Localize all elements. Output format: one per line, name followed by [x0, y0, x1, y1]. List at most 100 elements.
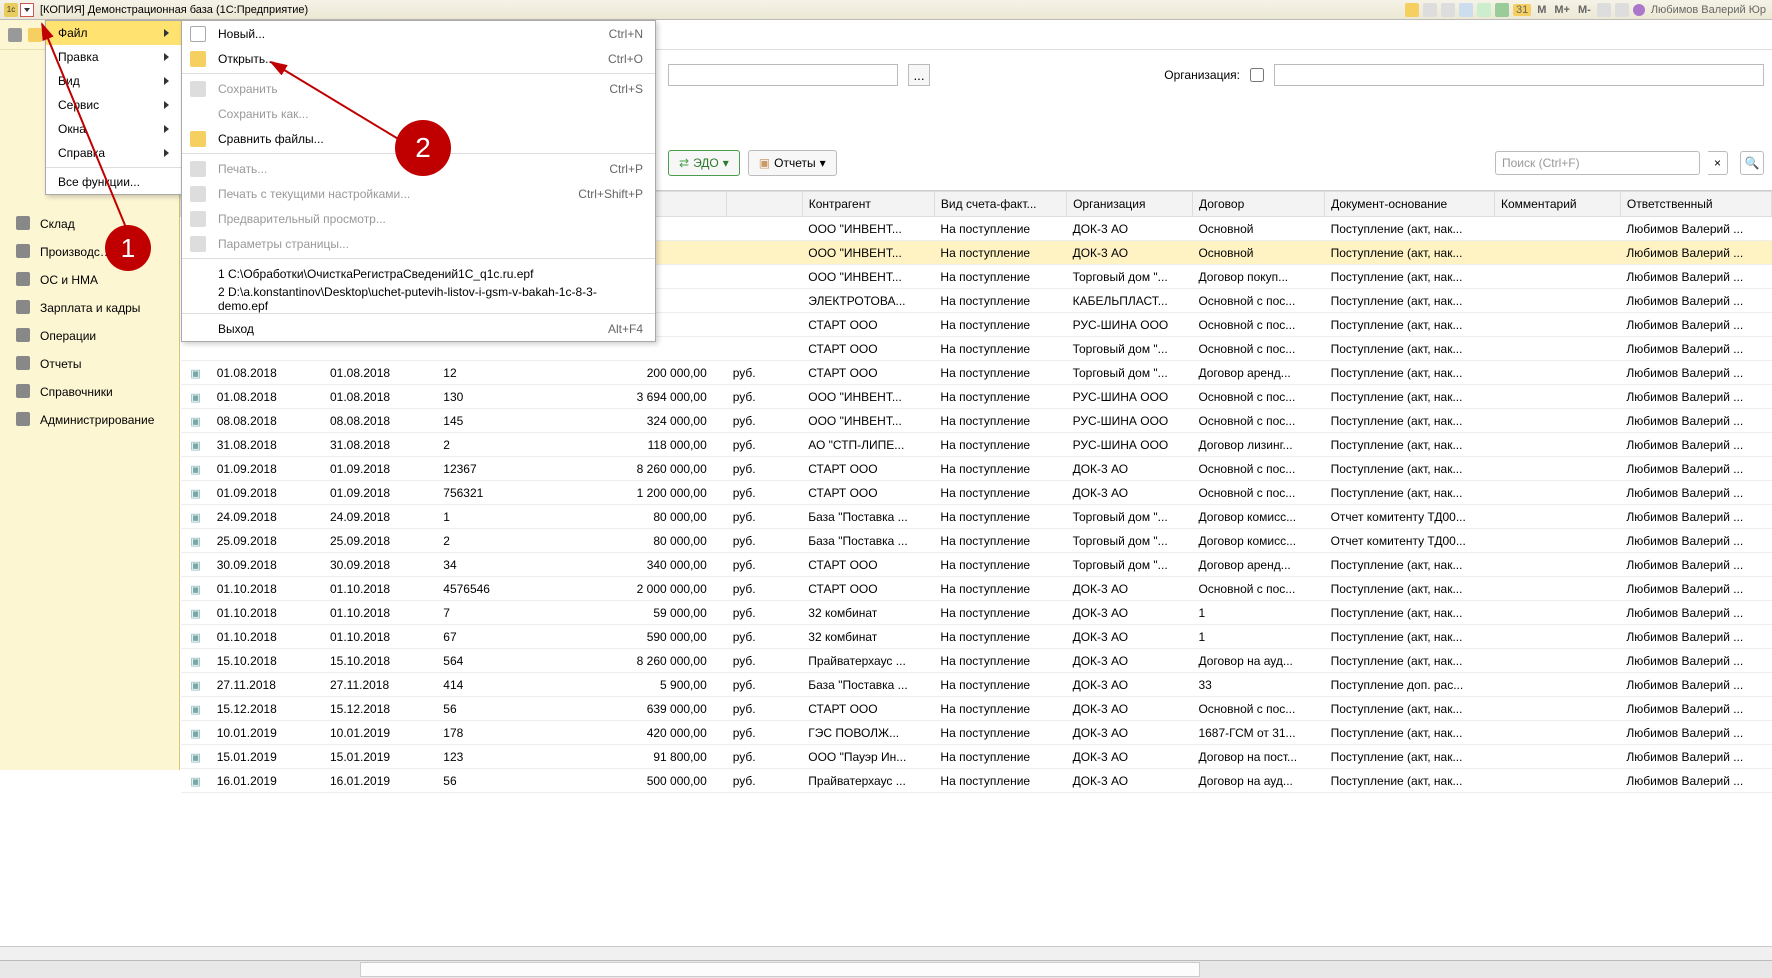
sidebar-item-otchety[interactable]: Отчеты [0, 350, 179, 378]
table-cell: ▣ [181, 433, 211, 457]
zoom-icon[interactable] [1597, 3, 1611, 17]
table-cell: 1 [1192, 625, 1324, 649]
sidebar-item-osinma[interactable]: ОС и НМА [0, 266, 179, 294]
table-cell: 15.10.2018 [324, 649, 437, 673]
edo-button[interactable]: ⇄ЭДО▾ [668, 150, 740, 176]
export-icon[interactable] [1477, 3, 1491, 17]
table-row[interactable]: ▣01.08.201801.08.201812200 000,00руб.СТА… [181, 361, 1772, 385]
main-menu: Файл Правка Вид Сервис Окна Справка Все … [45, 20, 182, 195]
print-icon[interactable] [1423, 3, 1437, 17]
submenu-recent1[interactable]: 1 C:\Обработки\ОчисткаРегистраСведений1C… [182, 261, 655, 286]
table-row[interactable]: ▣24.09.201824.09.2018180 000,00руб.База … [181, 505, 1772, 529]
sidebar-item-spravochniki[interactable]: Справочники [0, 378, 179, 406]
submenu-open[interactable]: Открыть...Ctrl+O [182, 46, 655, 71]
table-cell: ООО "Пауэр Ин... [802, 745, 934, 769]
calc-icon[interactable] [1459, 3, 1473, 17]
table-cell: Основной с пос... [1192, 313, 1324, 337]
table-row[interactable]: ▣08.08.201808.08.2018145324 000,00руб.ОО… [181, 409, 1772, 433]
table-row[interactable]: ▣01.09.201801.09.2018123678 260 000,00ру… [181, 457, 1772, 481]
table-cell: ДОК-3 АО [1067, 697, 1193, 721]
table-cell: КАБЕЛЬПЛАСТ... [1067, 289, 1193, 313]
menu-view[interactable]: Вид [46, 69, 181, 93]
table-cell: руб. [727, 625, 803, 649]
col-cur[interactable] [727, 192, 803, 217]
table-cell: руб. [727, 601, 803, 625]
memory-m-button[interactable]: M [1535, 4, 1548, 16]
menu-file[interactable]: Файл [46, 21, 181, 45]
col-comment[interactable]: Комментарий [1495, 192, 1621, 217]
period-input[interactable] [668, 64, 898, 86]
menu-all-functions[interactable]: Все функции... [46, 170, 181, 194]
submenu-recent2[interactable]: 2 D:\a.konstantinov\Desktop\uchet-putevi… [182, 286, 655, 311]
horizontal-scrollbar[interactable] [0, 946, 1772, 960]
menu-help[interactable]: Справка [46, 141, 181, 165]
table-row[interactable]: ▣01.09.201801.09.20187563211 200 000,00р… [181, 481, 1772, 505]
sidebar-item-zarplata[interactable]: Зарплата и кадры [0, 294, 179, 322]
star-icon[interactable] [28, 28, 42, 42]
table-row[interactable]: ▣01.10.201801.10.2018759 000,00руб.32 ко… [181, 601, 1772, 625]
table-row[interactable]: ▣31.08.201831.08.20182118 000,00руб.АО "… [181, 433, 1772, 457]
memory-mminus-button[interactable]: M- [1576, 4, 1593, 16]
table-cell: 01.10.2018 [324, 601, 437, 625]
table-row[interactable]: ▣01.10.201801.10.201845765462 000 000,00… [181, 577, 1772, 601]
search-input[interactable]: Поиск (Ctrl+F) [1495, 151, 1700, 175]
col-dogovor[interactable]: Договор [1192, 192, 1324, 217]
grid-icon[interactable] [8, 28, 22, 42]
table-row[interactable]: ▣16.01.201916.01.201956500 000,00руб.Пра… [181, 769, 1772, 793]
period-picker-button[interactable]: ... [908, 64, 930, 86]
col-kontragent[interactable]: Контрагент [802, 192, 934, 217]
memory-mplus-button[interactable]: M+ [1552, 4, 1572, 16]
search-clear-button[interactable]: × [1708, 151, 1728, 175]
table-cell: ▣ [181, 361, 211, 385]
table-row[interactable]: ▣27.11.201827.11.20184145 900,00руб.База… [181, 673, 1772, 697]
table-cell [1495, 721, 1621, 745]
table-row[interactable]: ▣30.09.201830.09.201834340 000,00руб.СТА… [181, 553, 1772, 577]
calendar-icon[interactable] [1495, 3, 1509, 17]
submenu-new[interactable]: Новый...Ctrl+N [182, 21, 655, 46]
table-cell: ▣ [181, 553, 211, 577]
table-cell: 08.08.2018 [211, 409, 324, 433]
date-badge[interactable]: 31 [1513, 4, 1531, 16]
doc-posted-icon: ▣ [190, 464, 200, 476]
org-input[interactable] [1274, 64, 1764, 86]
user-name[interactable]: Любимов Валерий Юр [1649, 4, 1768, 16]
table-row[interactable]: ▣15.01.201915.01.201912391 800,00руб.ООО… [181, 745, 1772, 769]
table-cell: Основной [1192, 241, 1324, 265]
menu-edit[interactable]: Правка [46, 45, 181, 69]
table-cell: 123 [437, 745, 575, 769]
table-row[interactable]: ▣25.09.201825.09.2018280 000,00руб.База … [181, 529, 1772, 553]
sidebar-item-admin[interactable]: Администрирование [0, 406, 179, 434]
sidebar-item-operacii[interactable]: Операции [0, 322, 179, 350]
search-button[interactable]: 🔍 [1740, 151, 1764, 175]
favorites-icon[interactable] [1405, 3, 1419, 17]
user-avatar-icon[interactable] [1633, 4, 1645, 16]
sidebar-item-sklad[interactable]: Склад [0, 210, 179, 238]
col-org[interactable]: Организация [1067, 192, 1193, 217]
print-icon [190, 161, 206, 177]
menu-windows[interactable]: Окна [46, 117, 181, 141]
table-cell: 67 [437, 625, 575, 649]
table-cell: На поступление [934, 577, 1066, 601]
sidebar-item-proizvodstvo[interactable]: Производс… [0, 238, 179, 266]
table-row[interactable]: ▣01.08.201801.08.20181303 694 000,00руб.… [181, 385, 1772, 409]
table-cell: руб. [727, 577, 803, 601]
main-menu-dropdown-button[interactable] [20, 3, 34, 17]
col-vid[interactable]: Вид счета-факт... [934, 192, 1066, 217]
col-otv[interactable]: Ответственный [1620, 192, 1771, 217]
layout-icon[interactable] [1615, 3, 1629, 17]
menu-service[interactable]: Сервис [46, 93, 181, 117]
table-row[interactable]: ▣10.01.201910.01.2019178420 000,00руб.ГЭ… [181, 721, 1772, 745]
org-checkbox[interactable] [1250, 68, 1264, 82]
taskbar-button[interactable] [360, 962, 1200, 977]
reports-button[interactable]: ▣Отчеты▾ [748, 150, 837, 176]
refresh-icon[interactable] [1441, 3, 1455, 17]
table-cell: 15.12.2018 [211, 697, 324, 721]
table-row[interactable]: ▣15.10.201815.10.20185648 260 000,00руб.… [181, 649, 1772, 673]
operations-icon [16, 328, 30, 342]
table-cell: СТАРТ ООО [802, 313, 934, 337]
col-doc[interactable]: Документ-основание [1325, 192, 1495, 217]
table-row[interactable]: ▣15.12.201815.12.201856639 000,00руб.СТА… [181, 697, 1772, 721]
table-row[interactable]: ▣01.10.201801.10.201867590 000,00руб.32 … [181, 625, 1772, 649]
submenu-exit[interactable]: ВыходAlt+F4 [182, 316, 655, 341]
table-cell: Поступление (акт, нак... [1325, 601, 1495, 625]
